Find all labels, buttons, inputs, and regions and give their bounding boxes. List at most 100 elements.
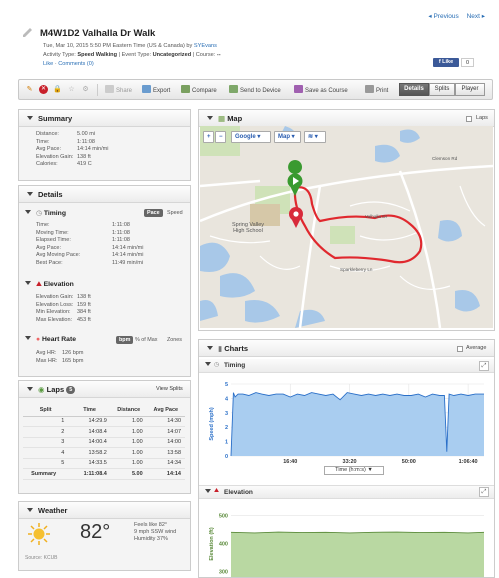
favorite-star-icon[interactable]: ☆ <box>67 85 76 94</box>
elevation-series-area <box>231 532 484 577</box>
heart-icon: ● <box>36 336 41 343</box>
view-splits-tab[interactable]: Splits <box>429 83 455 96</box>
y-tick-label: 2 <box>225 425 228 431</box>
charts-header[interactable]: ▮ Charts <box>199 340 494 357</box>
laps-checkbox-label: Laps <box>476 115 488 121</box>
privacy-lock-icon[interactable]: 🔒 <box>53 85 62 94</box>
school-label: Spring Valley High School <box>232 222 264 234</box>
next-link[interactable]: Next ▸ <box>467 13 485 20</box>
stopwatch-icon: ◷ <box>214 362 220 368</box>
activity-type[interactable]: Speed Walking <box>77 52 117 58</box>
speed-toggle[interactable]: Speed <box>164 209 186 217</box>
summary-header[interactable]: Summary <box>19 110 190 127</box>
weather-details: Feels like 82° 9 mph SSW wind Humidity 37% <box>134 522 177 542</box>
map-type-dropdown[interactable]: Map ▾ <box>274 131 301 143</box>
collapse-caret-icon <box>25 336 31 340</box>
weather-source: Source: KCUB <box>25 555 58 561</box>
zoom-out-button[interactable]: − <box>215 131 226 143</box>
delete-icon[interactable]: ✕ <box>39 85 48 94</box>
table-summary-row: Summary 1:11:08.4 5.00 14:14 <box>23 468 185 480</box>
timing-section-header[interactable]: ◷ Timing <box>25 209 66 217</box>
collapse-caret-icon <box>27 508 33 512</box>
view-player-tab[interactable]: Player <box>455 83 485 96</box>
map-icon: ▦ <box>218 114 226 123</box>
elevation-y-label: Elevation (ft) <box>209 527 215 560</box>
activity-toolbar: ✎ ✕ 🔒 ☆ ⚙ Share Export Compare Send to D… <box>18 79 493 100</box>
author-link[interactable]: SYEvans <box>194 43 217 49</box>
average-checkbox[interactable] <box>457 346 463 352</box>
view-details-tab[interactable]: Details <box>399 83 429 96</box>
map-header[interactable]: ▦ Map <box>199 110 494 127</box>
facebook-like-button[interactable]: f Like <box>433 58 459 67</box>
save-as-course-button[interactable]: Save as Course <box>294 85 348 96</box>
timing-labels: Time: Moving Time: Elapsed Time: Avg Pace: A… <box>36 222 81 266</box>
export-button[interactable]: Export <box>142 85 170 96</box>
zoom-in-button[interactable]: + <box>203 131 214 143</box>
activity-nav: ◂ Previous Next ▸ <box>422 12 485 20</box>
share-button[interactable]: Share <box>105 85 132 96</box>
expand-chart-icon[interactable]: ⤢ <box>479 361 489 371</box>
street-label: Valhalla Dr <box>365 214 388 219</box>
elevation-labels: Elevation Gain: Elevation Loss: Min Elevat… <box>36 294 74 323</box>
elevation-chart-header[interactable]: ⛰ Elevation <box>199 485 494 499</box>
table-row[interactable]: 4 13:58.2 1.00 13:58 <box>23 447 185 459</box>
event-type[interactable]: Uncategorized <box>153 52 192 58</box>
page-title: M4W1D2 Valhalla Dr Walk <box>40 28 156 39</box>
elevation-section-header[interactable]: ⛰ Elevation <box>25 281 74 289</box>
summary-labels: Distance: Time: Avg Pace: Elevation Gain: Ca… <box>36 131 74 168</box>
laps-checkbox[interactable] <box>466 116 472 122</box>
y-tick-label: 300 <box>219 569 228 575</box>
print-icon <box>365 85 374 93</box>
summary-values: 5.00 mi 1:11:08 14:14 min/mi 138 ft 419 C <box>77 131 109 168</box>
y-tick-label: 3 <box>225 411 228 417</box>
collapse-caret-icon <box>25 210 31 214</box>
view-splits-link[interactable]: View Splits <box>156 386 183 392</box>
collapse-caret-icon <box>27 387 33 391</box>
table-row[interactable]: 5 14:33.5 1.00 14:34 <box>23 458 185 469</box>
weather-header[interactable]: Weather <box>19 502 190 519</box>
timing-x-axis: 16:40 33:20 50:00 1:06:40 <box>283 459 477 465</box>
edit-pencil-icon[interactable] <box>22 27 34 37</box>
x-axis-units-dropdown[interactable]: Time (h:m:s) ▼ <box>324 466 384 475</box>
expand-chart-icon[interactable]: ⤢ <box>479 487 489 497</box>
export-icon <box>142 85 151 93</box>
compare-button[interactable]: Compare <box>181 85 217 96</box>
timing-y-label: Speed (mph) <box>209 407 215 440</box>
map-layers-dropdown[interactable]: ≋ ▾ <box>304 131 326 143</box>
comments-link[interactable]: Comments (0) <box>58 61 93 67</box>
print-button[interactable]: Print <box>365 85 388 96</box>
street-label: Clemson Rd <box>432 156 458 161</box>
map-canvas[interactable]: Spring Valley High School Sparkleberry L… <box>200 126 493 328</box>
timing-chart-header[interactable]: ◷ Timing <box>199 359 494 373</box>
pace-toggle[interactable]: Pace <box>144 209 163 217</box>
send-to-device-button[interactable]: Send to Device <box>229 85 281 96</box>
edit-icon[interactable]: ✎ <box>25 85 34 94</box>
percent-max-toggle[interactable]: % of Max <box>132 336 160 344</box>
x-tick-label: 50:00 <box>402 459 416 465</box>
x-tick-label: 16:40 <box>283 459 297 465</box>
stopwatch-icon: ◷ <box>36 210 42 217</box>
table-row[interactable]: 1 14:29.9 1.00 14:30 <box>23 416 185 427</box>
settings-icon[interactable]: ⚙ <box>81 85 90 94</box>
like-link[interactable]: Like <box>43 61 53 67</box>
map-provider-dropdown[interactable]: Google ▾ <box>231 131 271 143</box>
table-row[interactable]: 3 14:00.4 1.00 14:00 <box>23 437 185 448</box>
toolbar-divider <box>97 84 98 96</box>
heart-rate-section-header[interactable]: ● Heart Rate <box>25 336 76 343</box>
collapse-caret-icon <box>207 116 213 120</box>
details-header[interactable]: Details <box>19 186 190 203</box>
device-icon <box>229 85 238 93</box>
chart-icon: ▮ <box>218 344 223 353</box>
y-tick-label: 500 <box>219 514 228 520</box>
table-row[interactable]: 2 14:08.4 1.00 14:07 <box>23 426 185 438</box>
share-icon <box>105 85 114 93</box>
elevation-values: 138 ft 159 ft 384 ft 453 ft <box>77 294 91 323</box>
average-label: Average <box>466 345 487 351</box>
previous-link[interactable]: ◂ Previous <box>428 13 458 20</box>
elevation-chart[interactable]: 300 400 500 Elevation (ft) <box>199 500 494 577</box>
heart-rate-labels: Avg HR: Max HR: <box>36 350 58 364</box>
street-label: Sparkleberry Ln <box>340 267 373 272</box>
zones-toggle[interactable]: Zones <box>164 336 185 344</box>
bpm-toggle[interactable]: bpm <box>116 336 134 344</box>
collapse-caret-icon <box>207 346 213 350</box>
